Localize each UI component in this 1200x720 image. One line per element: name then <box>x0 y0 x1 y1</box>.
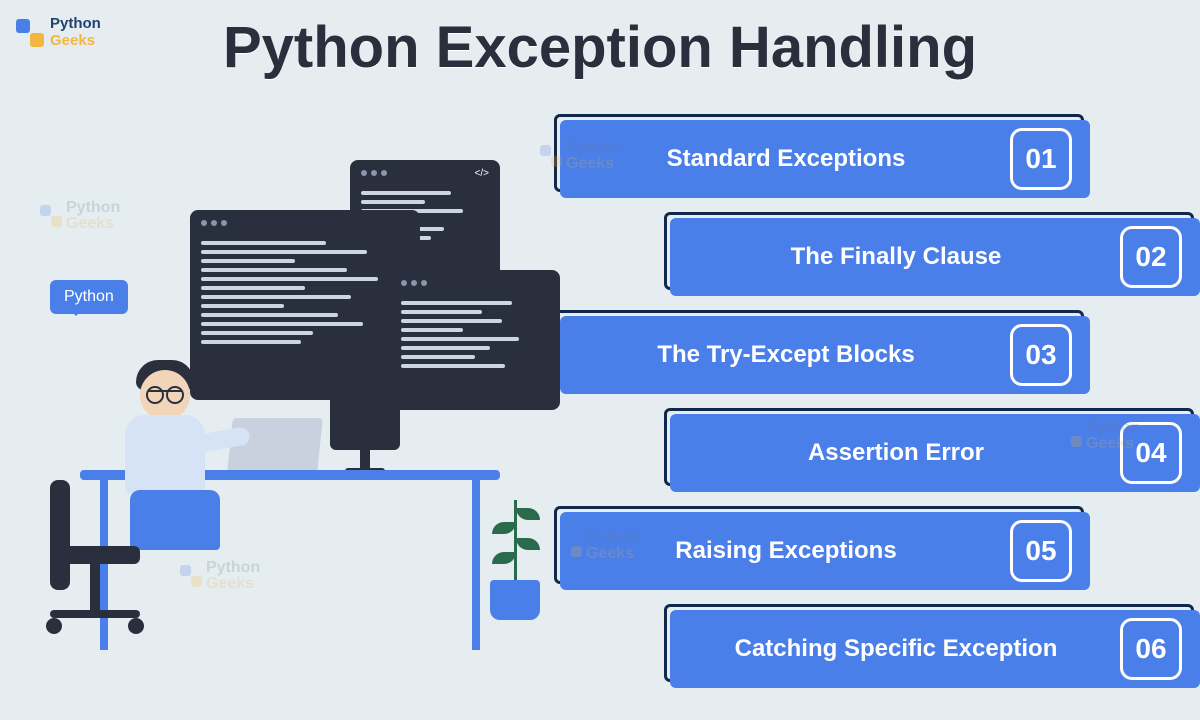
topic-label: Raising Exceptions <box>578 537 994 565</box>
brand-icon <box>16 19 44 47</box>
topic-item: Raising Exceptions 05 <box>560 512 1200 602</box>
watermark: PythonGeeks <box>1060 420 1140 452</box>
brand-text: Python Geeks <box>50 16 101 49</box>
topic-label: Standard Exceptions <box>578 145 994 173</box>
topic-box: Catching Specific Exception 06 <box>670 610 1200 688</box>
topic-label: Catching Specific Exception <box>688 635 1104 663</box>
watermark: PythonGeeks <box>40 200 120 232</box>
page-title: Python Exception Handling <box>223 14 977 81</box>
topic-box: The Try-Except Blocks 03 <box>560 316 1090 394</box>
topic-label: The Finally Clause <box>688 243 1104 271</box>
topic-item: The Finally Clause 02 <box>560 218 1200 308</box>
topic-number: 03 <box>1010 324 1072 386</box>
code-window-icon <box>390 270 560 410</box>
topic-item: Catching Specific Exception 06 <box>560 610 1200 700</box>
topic-box: The Finally Clause 02 <box>670 218 1200 296</box>
chair-icon <box>40 480 150 640</box>
topic-list: Standard Exceptions 01 The Finally Claus… <box>560 120 1200 708</box>
topic-label: Assertion Error <box>688 439 1104 467</box>
topic-item: Standard Exceptions 01 <box>560 120 1200 210</box>
brand-logo: Python Geeks <box>16 16 101 49</box>
illustration: </> Python <box>20 160 580 680</box>
topic-item: The Try-Except Blocks 03 <box>560 316 1200 406</box>
monitor-icon <box>330 360 400 450</box>
topic-number: 06 <box>1120 618 1182 680</box>
brand-line2: Geeks <box>50 33 101 50</box>
watermark: PythonGeeks <box>560 530 640 562</box>
speech-bubble: Python <box>50 280 128 314</box>
topic-box: Standard Exceptions 01 <box>560 120 1090 198</box>
plant-icon <box>490 580 540 620</box>
watermark: PythonGeeks <box>540 140 620 172</box>
brand-line1: Python <box>50 16 101 33</box>
watermark: PythonGeeks <box>180 560 260 592</box>
topic-number: 01 <box>1010 128 1072 190</box>
topic-label: The Try-Except Blocks <box>578 341 994 369</box>
topic-number: 05 <box>1010 520 1072 582</box>
topic-number: 02 <box>1120 226 1182 288</box>
